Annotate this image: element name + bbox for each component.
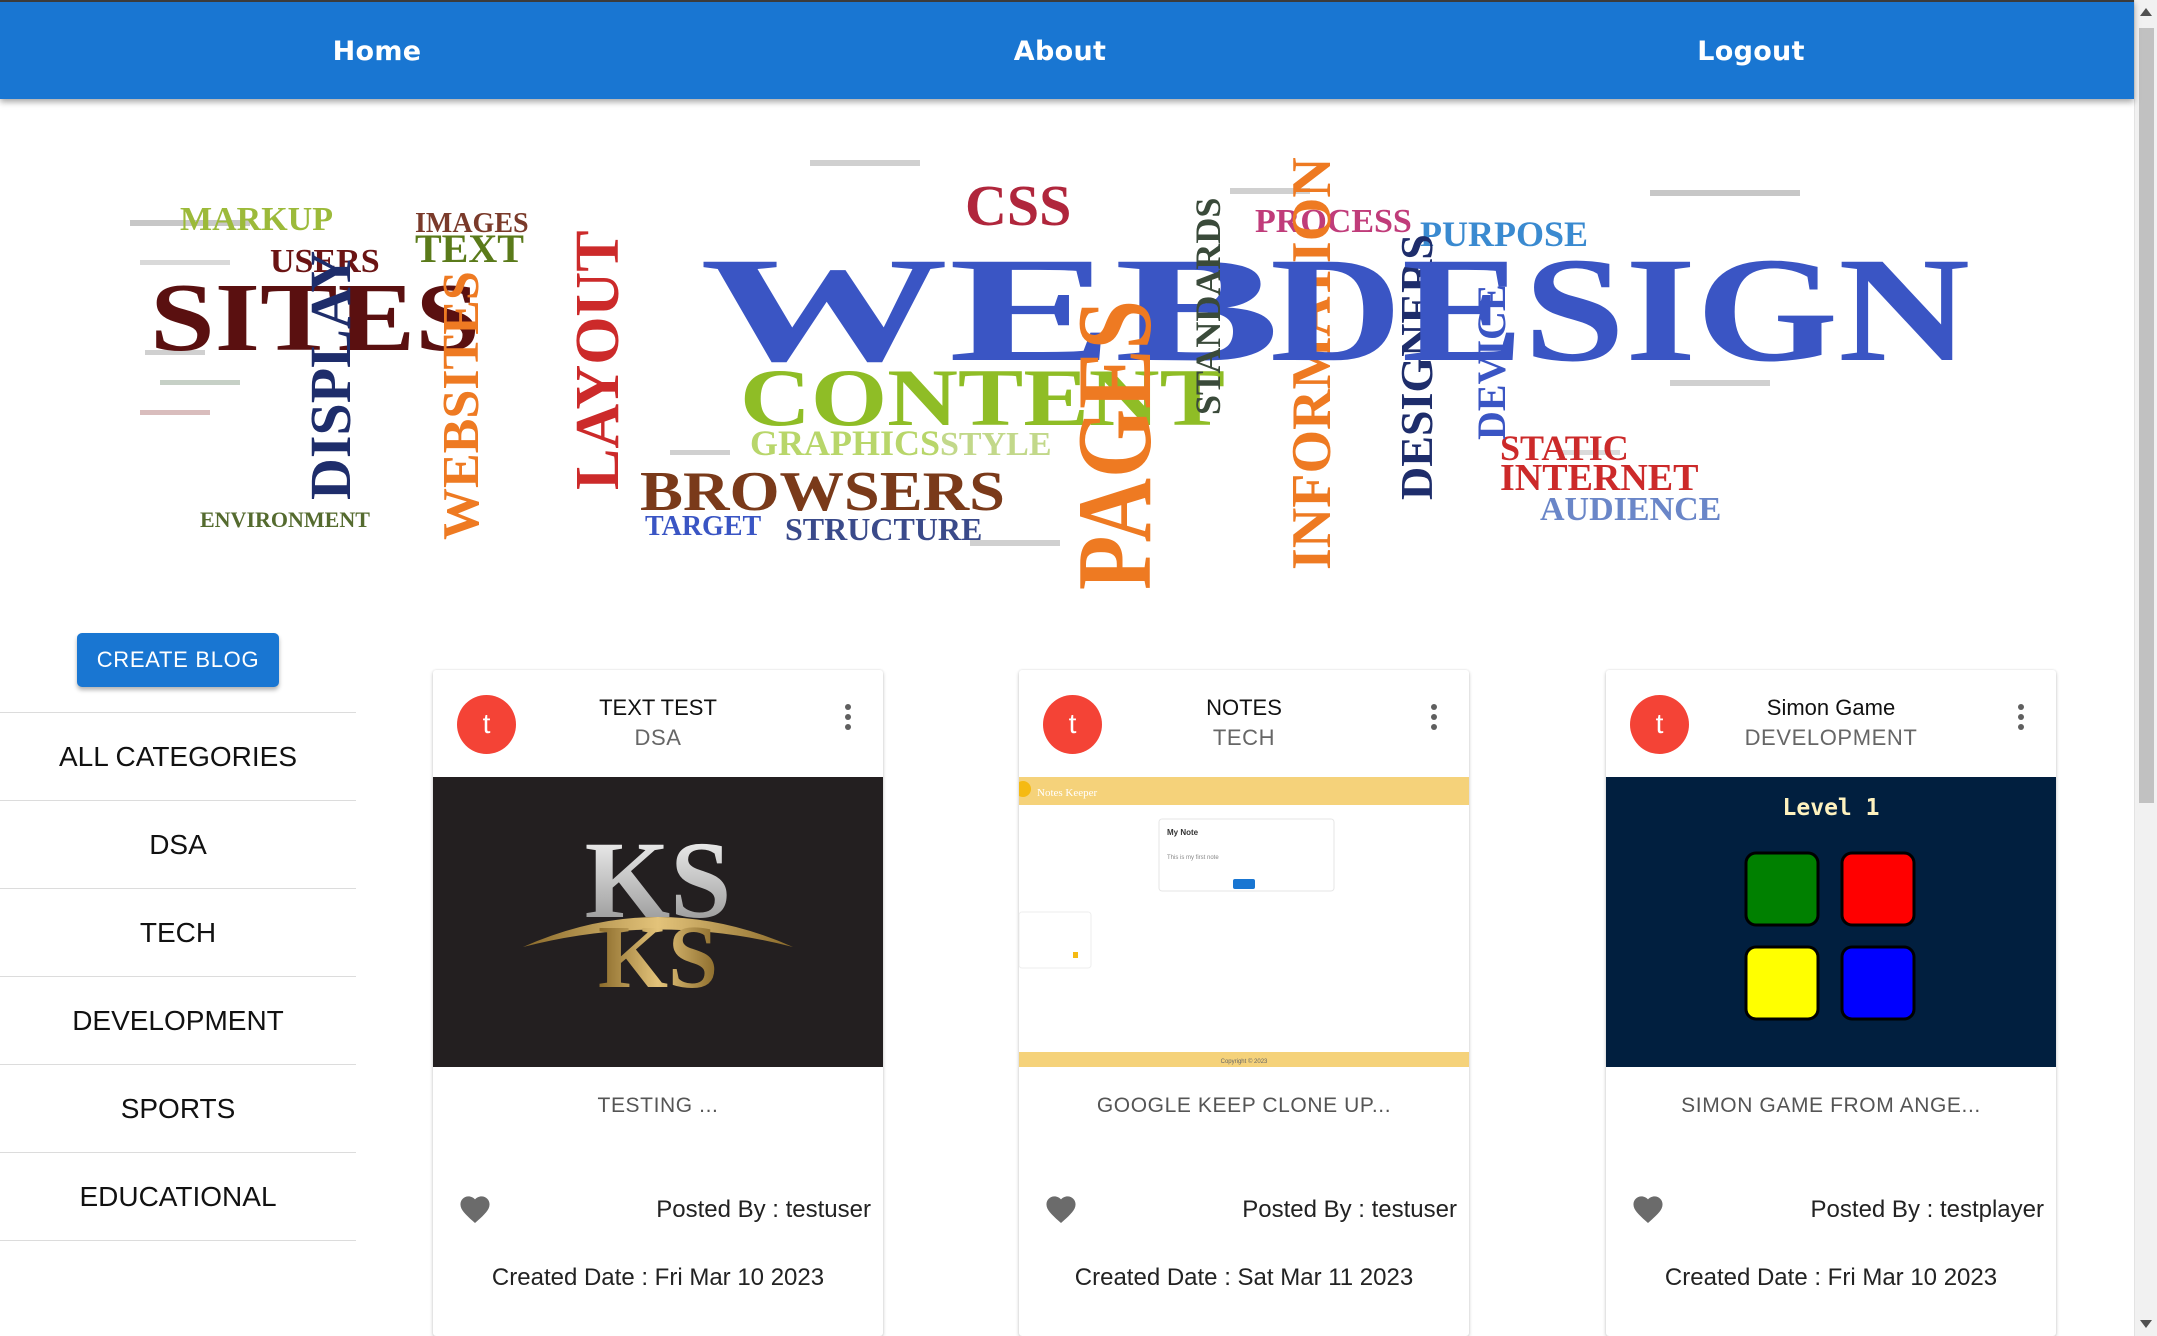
card-description: SIMON GAME FROM ANGE... (1681, 1094, 1981, 1117)
create-blog-button[interactable]: CREATE BLOG (77, 633, 279, 687)
created-date: Created Date : Sat Mar 11 2023 (1074, 1264, 1414, 1291)
blog-card[interactable]: t NOTES TECH Notes Keeper My Note This i… (1019, 670, 1469, 1336)
card-image: Notes Keeper My Note This is my first no… (1019, 777, 1469, 1067)
more-vert-icon[interactable] (841, 704, 855, 734)
page-scrollbar[interactable] (2134, 0, 2157, 1336)
banner-word-markup: MARKUP (180, 201, 333, 238)
heart-icon[interactable] (1043, 1192, 1079, 1224)
more-vert-icon[interactable] (1427, 704, 1441, 734)
blog-card[interactable]: t Simon Game DEVELOPMENT Level 1 SIMON G… (1606, 670, 2056, 1336)
category-tech[interactable]: TECH (0, 889, 356, 977)
created-date: Created Date : Fri Mar 10 2023 (491, 1264, 825, 1291)
category-all[interactable]: ALL CATEGORIES (0, 713, 356, 801)
note-body: This is my first note (1167, 855, 1219, 861)
more-vert-icon[interactable] (2014, 704, 2028, 734)
posted-by: Posted By : testplayer (1810, 1196, 2044, 1223)
posted-by: Posted By : testuser (656, 1196, 871, 1223)
scroll-up-arrow-icon[interactable] (2140, 8, 2152, 16)
category-sports[interactable]: SPORTS (0, 1065, 356, 1153)
category-list: ALL CATEGORIES DSA TECH DEVELOPMENT SPOR… (0, 712, 356, 1241)
banner-word-structure: STRUCTURE (785, 511, 982, 547)
card-image: KS KS (433, 777, 883, 1067)
card-title: Simon Game (1766, 695, 1896, 720)
simon-red-pad (1840, 851, 1916, 927)
notes-keeper-header: Notes Keeper (1037, 787, 1098, 799)
card-image: Level 1 (1606, 777, 2056, 1067)
blog-card[interactable]: t TEXT TEST DSA KS KS TESTING ... Posted… (433, 670, 883, 1336)
card-description: GOOGLE KEEP CLONE UP... (1096, 1094, 1392, 1117)
card-title: NOTES (1206, 695, 1282, 720)
banner-word-standards: STANDARDS (1188, 198, 1228, 415)
simon-yellow-pad (1744, 945, 1820, 1021)
card-title: TEXT TEST (599, 695, 717, 720)
banner-word-target: TARGET (645, 511, 761, 542)
card-category: TECH (1212, 725, 1276, 750)
banner-word-layout: LAYOUT (564, 230, 632, 490)
card-category: DEVELOPMENT (1744, 725, 1918, 750)
banner-word-websites: WEBSITES (433, 271, 490, 540)
avatar: t (1043, 695, 1102, 754)
category-dsa[interactable]: DSA (0, 801, 356, 889)
banner-word-environment: ENVIRONMENT (200, 507, 370, 532)
notes-footer: Copyright © 2023 (1221, 1058, 1268, 1065)
svg-text:KS: KS (598, 908, 718, 1007)
simon-blue-pad (1840, 945, 1916, 1021)
card-description: TESTING ... (597, 1094, 719, 1117)
nav-logout-link[interactable]: Logout (1697, 2, 1805, 101)
posted-by: Posted By : testuser (1242, 1196, 1457, 1223)
created-date: Created Date : Fri Mar 10 2023 (1664, 1264, 1998, 1291)
banner-word-pages: PAGES (1056, 300, 1173, 590)
category-educational[interactable]: EDUCATIONAL (0, 1153, 356, 1241)
avatar: t (457, 695, 516, 754)
scroll-down-arrow-icon[interactable] (2140, 1320, 2152, 1328)
nav-home-link[interactable]: Home (333, 2, 422, 101)
top-nav-bar: Home About Logout (0, 0, 2134, 99)
web-design-banner: MARKUP IMAGES USERS TEXT SITES CSS PROCE… (130, 157, 1970, 590)
banner-word-design: DESIGN (1270, 227, 1970, 393)
banner-word-display: DISPLAY (298, 251, 363, 500)
simon-level-text: Level 1 (1783, 795, 1880, 821)
nav-about-link[interactable]: About (1014, 2, 1106, 101)
banner-word-graphics: GRAPHICS (750, 423, 940, 463)
banner-word-style: STYLE (940, 426, 1052, 463)
avatar: t (1630, 695, 1689, 754)
card-category: DSA (634, 725, 682, 750)
scroll-thumb[interactable] (2139, 28, 2154, 803)
heart-icon[interactable] (457, 1192, 493, 1224)
note-title: My Note (1167, 828, 1199, 837)
banner-word-audience: AUDIENCE (1540, 491, 1721, 528)
heart-icon[interactable] (1630, 1192, 1666, 1224)
simon-green-pad (1744, 851, 1820, 927)
category-development[interactable]: DEVELOPMENT (0, 977, 356, 1065)
